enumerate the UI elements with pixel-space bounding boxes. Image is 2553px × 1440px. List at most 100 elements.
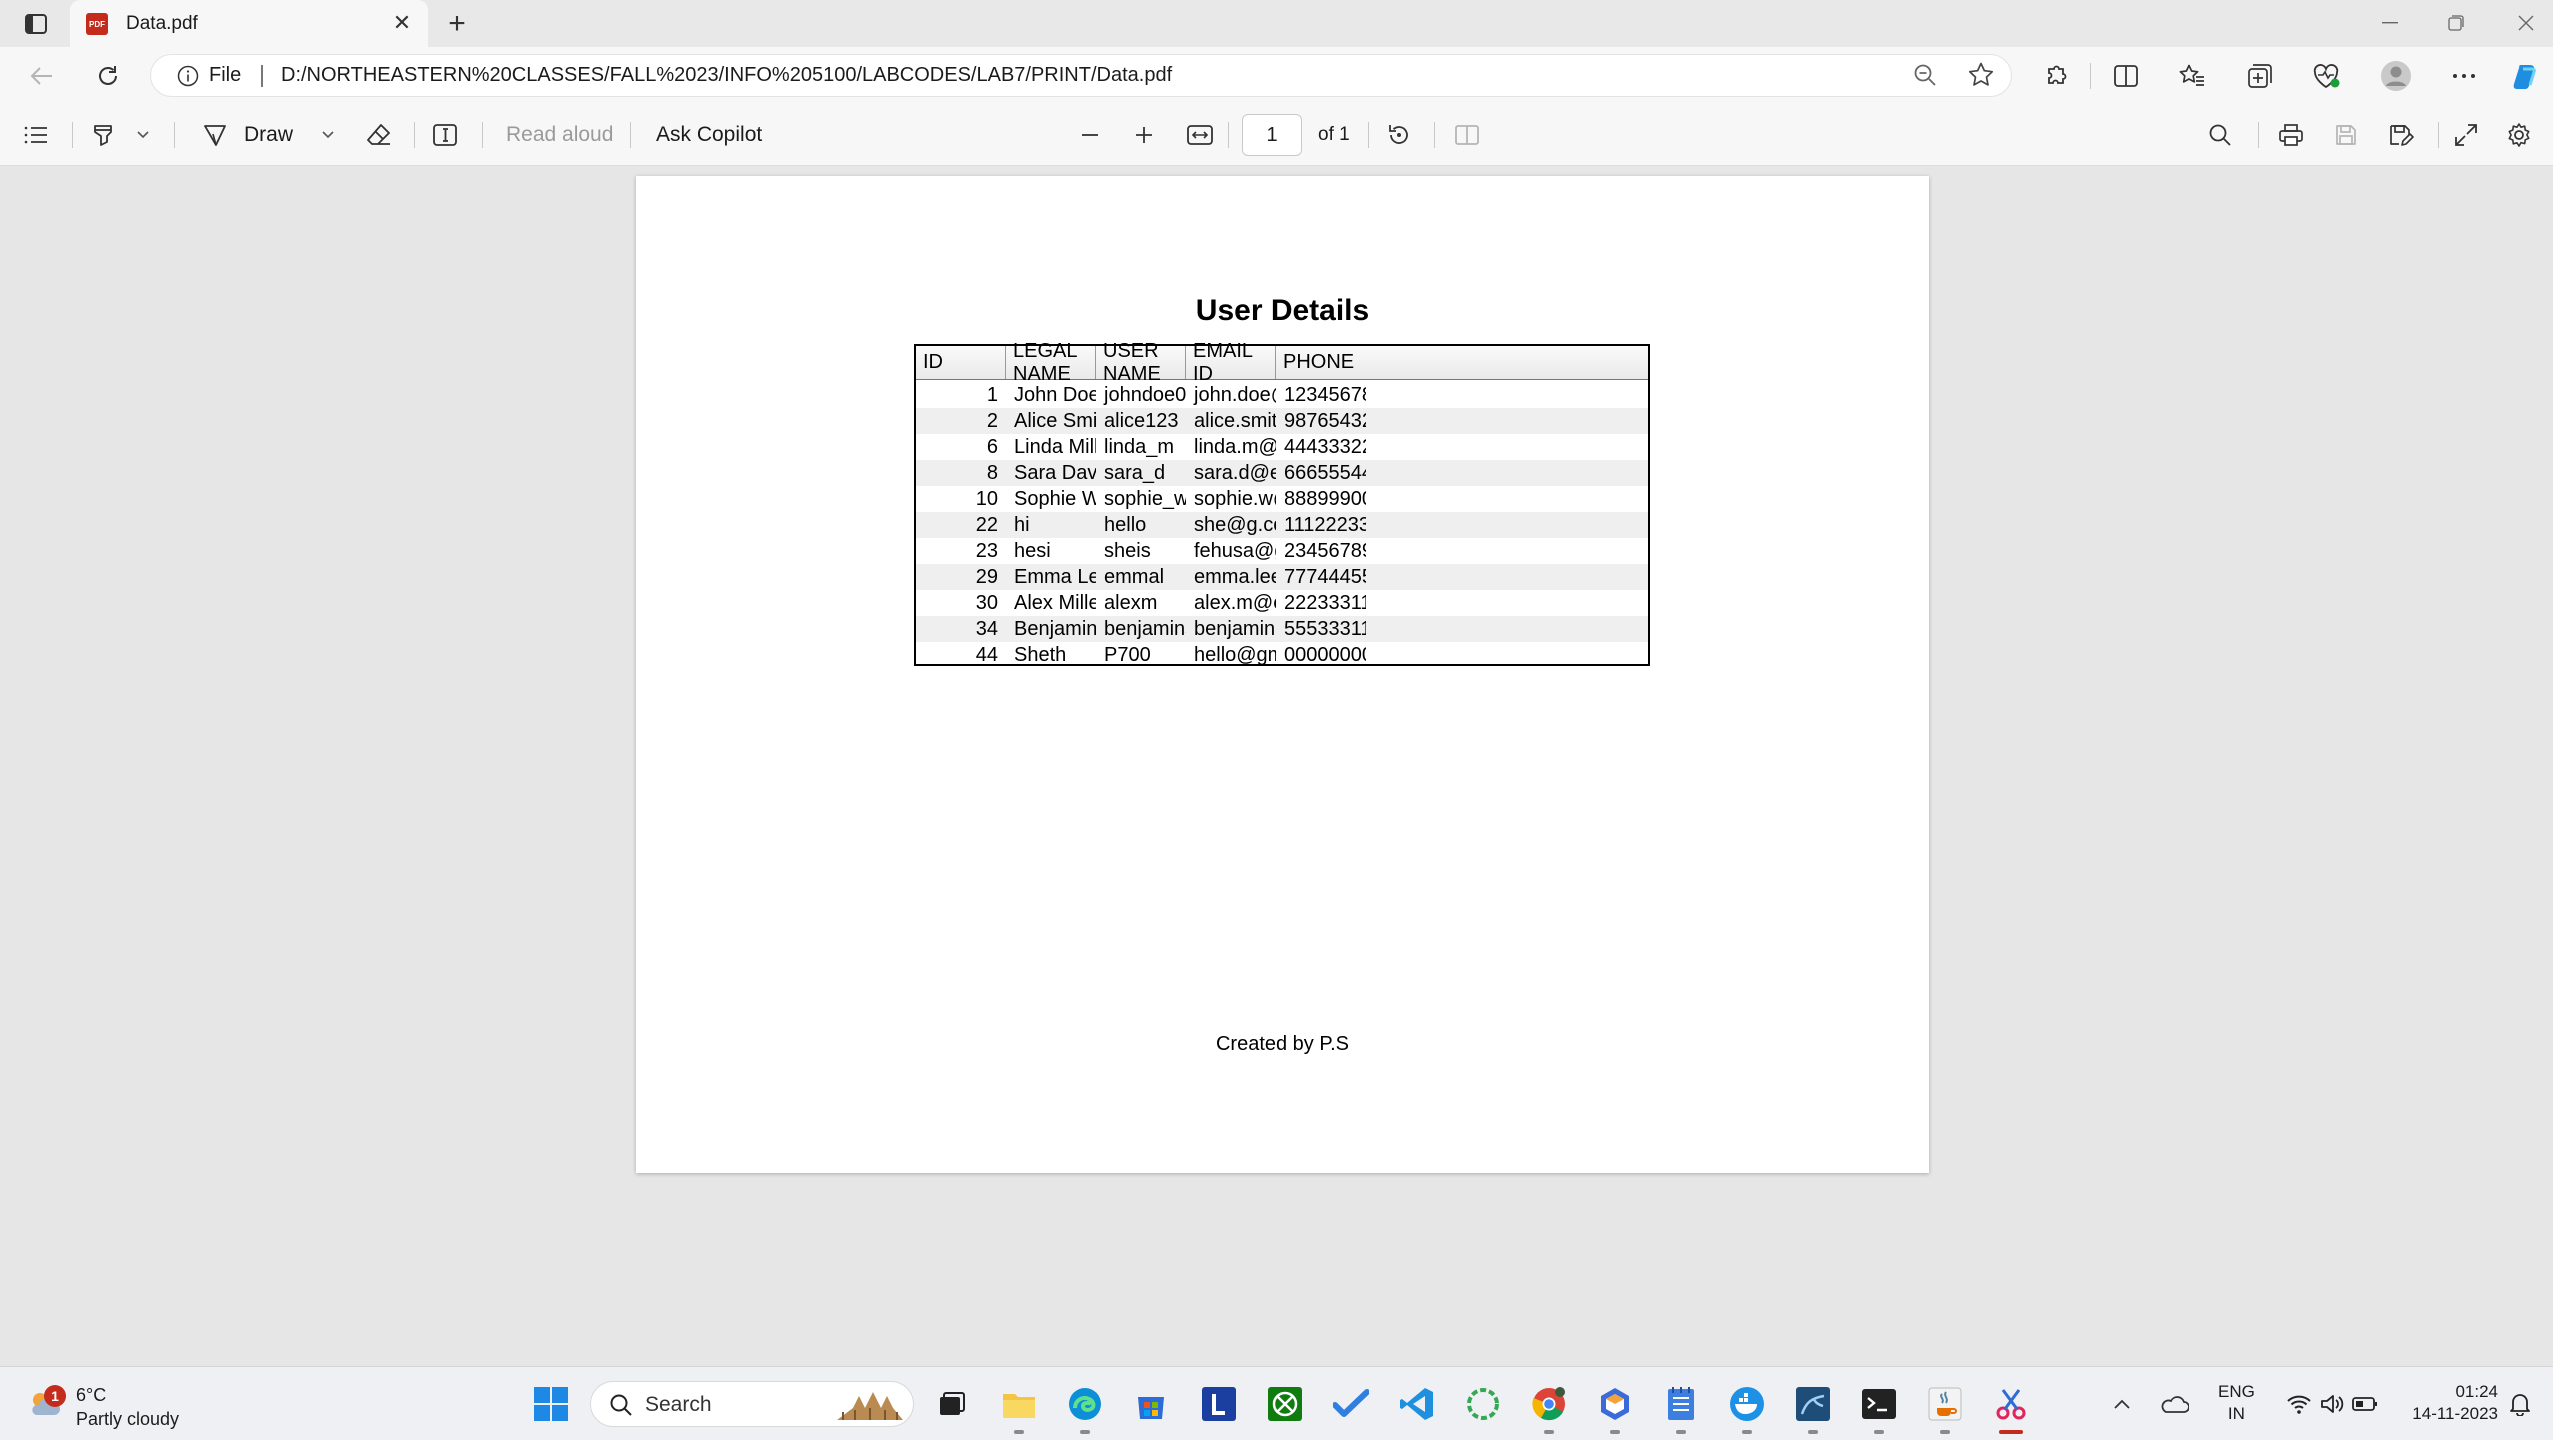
input-language-indicator[interactable]: ENG IN [2218,1381,2255,1425]
xbox-icon[interactable] [1262,1381,1308,1427]
table-row: 6 Linda Miller linda_m linda.m@exa... 444333… [916,434,1648,460]
copilot-icon[interactable] [2506,56,2546,96]
read-aloud-button[interactable]: Read aloud [506,116,613,154]
draw-button[interactable]: Draw [202,116,335,154]
column-header: USER NAME [1096,340,1186,385]
minimize-window-button[interactable] [2370,6,2410,40]
running-indicator [1940,1430,1950,1434]
column-header: LEGAL NAME [1006,340,1096,385]
table-cell: 2 [986,409,998,432]
running-indicator [1742,1430,1752,1434]
navigation-bar: File D:/NORTHEASTERN%20CLASSES/FALL%2023… [0,47,2553,104]
mysql-workbench-icon[interactable] [1790,1381,1836,1434]
tab-actions-menu-icon[interactable] [14,8,58,40]
notepad-icon[interactable] [1658,1381,1704,1434]
browser-essentials-icon[interactable] [2306,56,2346,96]
chevron-down-icon[interactable] [321,130,335,140]
add-text-button[interactable] [432,116,458,154]
table-cell: linda.m@exa... [1194,435,1276,458]
chrome-icon[interactable] [1526,1381,1572,1434]
pdf-viewer-area[interactable]: User Details ID LEGAL NAME USER NAME EMAIL … [4,166,2553,1362]
profile-avatar[interactable] [2376,56,2416,96]
snipping-tool-icon[interactable] [1988,1381,2034,1434]
circular-app-icon[interactable] [1460,1381,1506,1427]
todo-icon[interactable] [1328,1381,1374,1427]
start-button[interactable] [528,1381,574,1427]
show-hidden-icons-chevron-up-icon[interactable] [2106,1381,2138,1427]
split-screen-icon[interactable] [2106,56,2146,96]
weather-widget[interactable]: 1 6°C Partly cloudy [22,1375,222,1433]
close-tab-icon[interactable]: ✕ [388,9,416,37]
fit-to-width-button[interactable] [1186,116,1214,154]
find-button[interactable] [2208,116,2232,154]
page-total: of 1 [1318,116,1350,154]
microsoft-store-icon[interactable] [1128,1381,1174,1427]
letter-l-app-icon[interactable] [1196,1381,1242,1427]
back-button[interactable] [22,57,62,95]
full-screen-button[interactable] [2454,116,2478,154]
column-header: PHONE [1283,351,1355,373]
table-cell: linda_m [1104,435,1175,458]
extensions-icon[interactable] [2036,56,2076,96]
info-icon [177,65,199,86]
onedrive-cloud-icon[interactable] [2156,1381,2192,1427]
address-bar[interactable]: File D:/NORTHEASTERN%20CLASSES/FALL%2023… [150,54,2012,97]
edge-browser-icon[interactable] [1062,1381,1108,1434]
new-tab-button[interactable]: + [440,7,474,40]
running-indicator [1080,1430,1090,1434]
table-row: 2 Alice Smith alice123 alice.smith@... 98765… [916,408,1648,434]
zoom-out-button[interactable] [1080,116,1100,154]
pdf-toolbar: Draw Read aloud Ask Copilot 1 of 1 [0,104,2553,166]
terminal-icon[interactable] [1856,1381,1902,1434]
gear-icon [2508,123,2530,147]
system-clock[interactable]: 01:24 14-11-2023 [2398,1381,2498,1425]
table-cell: hesi [1014,539,1051,562]
favorites-icon[interactable] [2172,56,2212,96]
chevron-down-icon[interactable] [136,130,150,140]
close-window-button[interactable] [2506,6,2546,40]
table-cell: sara_d [1104,461,1166,484]
collections-icon[interactable] [2240,56,2280,96]
notifications-bell-icon[interactable] [2502,1381,2538,1427]
highlight-button[interactable] [90,116,150,154]
taskbar-search-box[interactable]: Search [590,1381,914,1427]
running-indicator [1676,1430,1686,1434]
rotate-button[interactable] [1386,116,1412,154]
site-info-button[interactable]: File [177,64,241,87]
file-explorer-icon[interactable] [996,1381,1042,1434]
table-cell: benjamins [1104,617,1186,640]
region-code: IN [2227,1404,2245,1423]
table-cell: 0000000000 [1284,643,1366,666]
java-app-icon[interactable] [1922,1381,1968,1434]
running-indicator [1999,1430,2023,1434]
page-total-label: of 1 [1318,124,1350,145]
toolbar-separator [1228,122,1229,148]
save-as-button[interactable] [2388,116,2414,154]
page-number-input[interactable]: 1 [1242,114,1302,156]
table-cell: hello [1104,513,1147,536]
quick-settings-button[interactable] [2272,1381,2392,1427]
zoom-out-indicator-icon[interactable] [1913,63,1937,92]
url-text[interactable]: D:/NORTHEASTERN%20CLASSES/FALL%2023/INFO… [281,64,1172,87]
vscode-icon[interactable] [1394,1381,1440,1427]
docker-icon[interactable] [1724,1381,1770,1434]
table-of-contents-button[interactable] [24,116,48,154]
zoom-in-button[interactable] [1134,116,1154,154]
save-icon [2336,125,2356,145]
task-view-icon[interactable] [928,1381,974,1427]
pdf-settings-button[interactable] [2506,116,2532,154]
save-button[interactable] [2334,116,2358,154]
restore-window-button[interactable] [2436,6,2476,40]
erase-button[interactable] [366,116,392,154]
refresh-button[interactable] [88,57,128,95]
settings-and-more-icon[interactable] [2444,56,2484,96]
page-view-button[interactable] [1454,116,1480,154]
table-cell: alexm [1104,591,1158,614]
minus-icon [1082,134,1098,136]
hexagon-app-icon[interactable] [1592,1381,1638,1434]
tab-data-pdf[interactable]: PDF Data.pdf ✕ [70,0,428,47]
ask-copilot-button[interactable]: Ask Copilot [656,116,762,154]
print-button[interactable] [2278,116,2304,154]
toolbar-separator [72,122,73,148]
add-favorite-star-icon[interactable] [1967,61,1995,94]
